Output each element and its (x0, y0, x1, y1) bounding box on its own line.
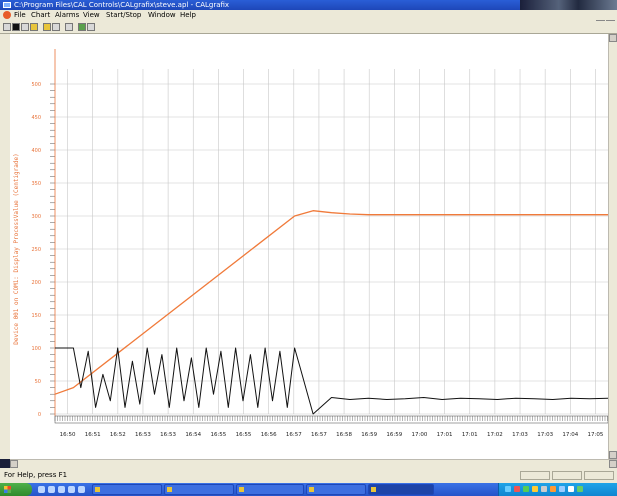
help-icon[interactable] (78, 23, 86, 31)
taskbar (0, 483, 617, 496)
scroll-left-icon[interactable] (10, 460, 18, 468)
tray-icon[interactable] (514, 486, 520, 492)
document-icon[interactable] (3, 11, 11, 19)
toolbar (0, 21, 617, 34)
taskbar-button[interactable] (164, 484, 234, 495)
quick-launch-icon[interactable] (38, 486, 45, 493)
y-tick-label: 250 (31, 247, 41, 253)
status-pane (584, 471, 614, 480)
scroll-down-icon[interactable] (609, 451, 617, 459)
x-tick-label: 16:56 (261, 432, 277, 438)
scroll-up-icon[interactable] (609, 34, 617, 42)
menu-bar: File Chart Alarms View Start/Stop Window… (0, 10, 617, 28)
y-tick-label: 400 (31, 148, 41, 154)
quick-launch-icon[interactable] (48, 486, 55, 493)
taskbar-button-active[interactable] (368, 484, 434, 495)
app-icon (309, 487, 314, 492)
x-tick-label: 16:53 (160, 432, 176, 438)
x-tick-label: 16:57 (286, 432, 302, 438)
menu-window[interactable]: Window (148, 10, 176, 21)
y-tick-label: 200 (31, 280, 41, 286)
x-tick-label: 17:00 (412, 432, 428, 438)
tray-icon[interactable] (532, 486, 538, 492)
tray-icon[interactable] (541, 486, 547, 492)
x-tick-label: 17:04 (562, 432, 578, 438)
x-tick-label: 16:54 (185, 432, 201, 438)
x-tick-label: 17:05 (588, 432, 604, 438)
save-icon[interactable] (52, 23, 60, 31)
menu-chart[interactable]: Chart (31, 10, 50, 21)
quick-launch-icon[interactable] (58, 486, 65, 493)
taskbar-button[interactable] (92, 484, 162, 495)
app-icon (95, 487, 100, 492)
app-icon (239, 487, 244, 492)
y-tick-label: 300 (31, 214, 41, 220)
tray-icon[interactable] (523, 486, 529, 492)
status-bar: For Help, press F1 (0, 468, 617, 483)
process-value-line (54, 210, 608, 395)
x-tick-label: 16:55 (236, 432, 252, 438)
chart-area[interactable]: 0 50 100 150 200 250 300 350 400 450 500 16:50 16:5… (10, 34, 614, 459)
tray-icon[interactable] (505, 486, 511, 492)
tray-icon[interactable] (577, 486, 583, 492)
tray-icon[interactable] (568, 486, 574, 492)
y-tick-label: 450 (31, 115, 41, 121)
quick-launch-icon[interactable] (78, 486, 85, 493)
horizontal-scrollbar[interactable] (10, 459, 617, 468)
tray-icon[interactable] (550, 486, 556, 492)
app-icon (371, 487, 376, 492)
x-tick-label: 16:52 (110, 432, 126, 438)
status-pane (520, 471, 550, 480)
menu-file[interactable]: File (14, 10, 26, 21)
y-tick-label: 50 (35, 379, 41, 385)
system-tray (498, 483, 617, 496)
menu-start-stop[interactable]: Start/Stop (106, 10, 141, 21)
taskbar-button[interactable] (306, 484, 366, 495)
vertical-scrollbar[interactable] (608, 34, 617, 459)
status-text: For Help, press F1 (4, 471, 68, 479)
new-icon[interactable] (3, 23, 11, 31)
x-tick-label: 16:59 (361, 432, 377, 438)
x-tick-label: 17:03 (512, 432, 528, 438)
start-button[interactable] (0, 483, 32, 496)
tray-icon[interactable] (559, 486, 565, 492)
y-tick-label: 350 (31, 181, 41, 187)
windows-logo-icon (4, 486, 11, 493)
quick-launch-icon[interactable] (68, 486, 75, 493)
window-title: C:\Program Files\CAL Controls\CALgrafix\… (14, 1, 230, 9)
background-photo (520, 0, 617, 10)
x-tick-label: 16:55 (210, 432, 226, 438)
taskbar-button[interactable] (236, 484, 304, 495)
left-gutter (0, 34, 10, 459)
menu-alarms[interactable]: Alarms (55, 10, 79, 21)
x-tick-label: 16:53 (135, 432, 151, 438)
status-pane (552, 471, 582, 480)
x-tick-label: 17:01 (462, 432, 478, 438)
x-tick-label: 16:57 (311, 432, 327, 438)
app-icon (167, 487, 172, 492)
x-tick-label: 17:03 (537, 432, 553, 438)
x-tick-label: 16:51 (85, 432, 101, 438)
open-icon[interactable] (43, 23, 51, 31)
menu-help[interactable]: Help (180, 10, 196, 21)
x-tick-label: 17:02 (487, 432, 503, 438)
menu-view[interactable]: View (83, 10, 100, 21)
record-icon[interactable] (12, 23, 20, 31)
scroll-right-icon[interactable] (609, 460, 617, 468)
trend-chart: 0 50 100 150 200 250 300 350 400 450 500 16:50 16:5… (13, 49, 609, 438)
context-help-icon[interactable] (87, 23, 95, 31)
y-tick-label: 150 (31, 313, 41, 319)
y-axis-label: Device 001 on COM1: Display ProcessValue… (13, 153, 20, 344)
x-tick-label: 17:01 (437, 432, 453, 438)
x-tick-label: 16:50 (60, 432, 76, 438)
y-tick-label: 0 (38, 412, 41, 418)
y-tick-label: 100 (31, 346, 41, 352)
x-tick-label: 16:59 (386, 432, 402, 438)
x-tick-label: 16:58 (336, 432, 352, 438)
y-tick-label: 500 (31, 82, 41, 88)
app-icon (3, 2, 11, 8)
alarm-icon[interactable] (30, 23, 38, 31)
settings-icon[interactable] (21, 23, 29, 31)
print-icon[interactable] (65, 23, 73, 31)
